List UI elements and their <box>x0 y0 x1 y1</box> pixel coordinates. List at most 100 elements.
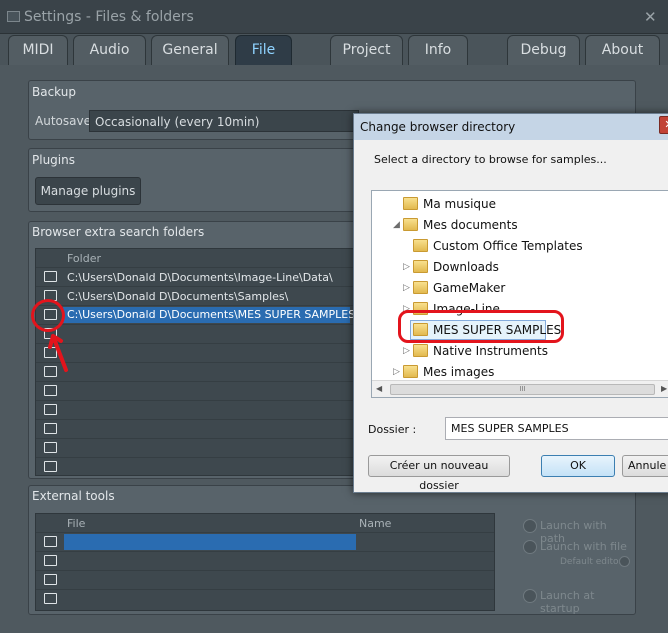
folder-icon <box>44 271 57 282</box>
tree-item-label: Ma musique <box>423 197 497 211</box>
table-row[interactable] <box>36 362 354 381</box>
new-folder-button[interactable]: Créer un nouveau dossier <box>368 455 510 492</box>
tree-item-label: Native Instruments <box>433 344 548 358</box>
tab-about[interactable]: About <box>585 35 660 65</box>
folder-icon <box>44 423 57 434</box>
collapsed-arrow-icon[interactable]: ▷ <box>393 367 400 377</box>
browser-folders-heading: Browser extra search folders <box>32 225 205 239</box>
folder-name-field[interactable]: MES SUPER SAMPLES <box>445 417 668 440</box>
tree-item-custom-office-templates[interactable]: Custom Office Templates <box>372 236 668 257</box>
selected-cell <box>64 534 356 550</box>
folder-icon <box>44 536 57 547</box>
tree-item-native-instruments[interactable]: ▷ Native Instruments <box>372 341 668 362</box>
launch-at-startup-label: Launch at startup <box>540 589 595 615</box>
table-row[interactable] <box>36 419 354 438</box>
table-row[interactable] <box>36 400 354 419</box>
tree-item-mes-documents[interactable]: ◢ Mes documents <box>372 215 668 236</box>
folder-icon <box>44 555 57 566</box>
backup-heading: Backup <box>32 85 76 99</box>
folder-path: C:\Users\Donald D\Documents\Samples\ <box>67 290 289 303</box>
folder-icon <box>413 260 428 273</box>
autosave-value: Occasionally (every 10min) <box>95 115 260 129</box>
folder-icon <box>44 385 57 396</box>
change-directory-dialog: Change browser directory ✕ Select a dire… <box>353 113 668 493</box>
tab-debug[interactable]: Debug <box>507 35 580 65</box>
window-icon <box>7 11 20 22</box>
cancel-button[interactable]: Annule <box>622 455 668 477</box>
table-row[interactable]: C:\Users\Donald D\Documents\Samples\ <box>36 286 354 305</box>
plugins-heading: Plugins <box>32 153 75 167</box>
table-row[interactable] <box>36 551 494 570</box>
table-row[interactable] <box>36 324 354 343</box>
collapsed-arrow-icon[interactable]: ▷ <box>403 346 410 356</box>
external-tools-heading: External tools <box>32 489 115 503</box>
horizontal-scrollbar[interactable]: ◀ III ▶ <box>372 380 668 397</box>
tab-project[interactable]: Project <box>330 35 403 65</box>
folder-music-icon <box>403 197 418 210</box>
launch-with-path-radio[interactable] <box>523 519 537 533</box>
tab-file[interactable]: File <box>235 35 292 65</box>
file-column-header: File <box>67 517 86 530</box>
tree-item-label: Mes documents <box>423 218 518 232</box>
tree-item-label: Custom Office Templates <box>433 239 583 253</box>
folder-icon <box>44 442 57 453</box>
launch-at-startup-radio[interactable] <box>523 589 537 603</box>
title-bar: Settings - Files & folders ✕ <box>0 0 668 34</box>
ok-button[interactable]: OK <box>541 455 615 477</box>
annotation-arrow-icon <box>48 334 68 372</box>
table-row[interactable] <box>36 438 354 457</box>
default-editor-radio[interactable] <box>619 556 630 567</box>
folder-icon <box>413 344 428 357</box>
folder-column-header: Folder <box>67 252 101 265</box>
tab-general[interactable]: General <box>151 35 229 65</box>
autosave-select[interactable]: Occasionally (every 10min) <box>89 110 359 132</box>
table-row[interactable] <box>36 343 354 362</box>
scroll-right-icon[interactable]: ▶ <box>661 384 667 393</box>
folder-icon <box>44 404 57 415</box>
window-title: Settings - Files & folders <box>24 9 194 25</box>
tab-audio[interactable]: Audio <box>73 35 146 65</box>
close-icon[interactable]: ✕ <box>644 8 657 26</box>
tree-item-ma-musique[interactable]: Ma musique <box>372 194 668 215</box>
manage-plugins-button[interactable]: Manage plugins <box>35 177 141 205</box>
dialog-close-icon[interactable]: ✕ <box>659 116 668 134</box>
annotation-circle <box>31 299 65 332</box>
table-row[interactable]: C:\Users\Donald D\Documents\Image-Line\D… <box>36 267 354 286</box>
folder-icon <box>403 218 418 231</box>
folder-path: C:\Users\Donald D\Documents\MES SUPER SA… <box>63 307 359 323</box>
dialog-title: Change browser directory <box>354 114 668 140</box>
tree-item-label: Downloads <box>433 260 499 274</box>
folders-list: Folder C:\Users\Donald D\Documents\Image… <box>35 248 359 476</box>
scroll-left-icon[interactable]: ◀ <box>376 384 382 393</box>
collapsed-arrow-icon[interactable]: ▷ <box>403 262 410 272</box>
scrollbar-thumb[interactable]: III <box>390 384 655 395</box>
table-row-selected[interactable]: C:\Users\Donald D\Documents\MES SUPER SA… <box>36 305 359 324</box>
directory-tree[interactable]: Ma musique ◢ Mes documents Custom Office … <box>371 190 668 398</box>
tree-item-downloads[interactable]: ▷ Downloads <box>372 257 668 278</box>
external-tools-panel: External tools File Name Launch with pat… <box>28 485 636 615</box>
default-editor-label: Default editor <box>560 557 623 567</box>
dialog-prompt: Select a directory to browse for samples… <box>374 153 607 166</box>
table-row[interactable] <box>36 589 494 608</box>
tree-item-gamemaker[interactable]: ▷ GameMaker <box>372 278 668 299</box>
tab-info[interactable]: Info <box>408 35 468 65</box>
tree-item-mes-images[interactable]: ▷ Mes images <box>372 362 668 380</box>
tab-midi[interactable]: MIDI <box>8 35 68 65</box>
folder-icon <box>413 239 428 252</box>
table-row[interactable] <box>36 381 354 400</box>
folder-icon <box>44 574 57 585</box>
collapsed-arrow-icon[interactable]: ▷ <box>403 283 410 293</box>
table-row[interactable] <box>36 457 354 476</box>
folder-icon <box>413 281 428 294</box>
table-row[interactable] <box>36 532 494 551</box>
annotation-highlight <box>398 310 564 343</box>
folder-icon <box>44 593 57 604</box>
plugins-panel: Plugins Manage plugins <box>28 148 358 212</box>
folder-icon <box>44 461 57 472</box>
folder-label: Dossier : <box>368 423 417 436</box>
name-column-header: Name <box>359 517 392 530</box>
launch-with-file-radio[interactable] <box>523 540 537 554</box>
expanded-arrow-icon[interactable]: ◢ <box>393 220 400 230</box>
browser-folders-panel: Browser extra search folders Folder C:\U… <box>28 221 359 479</box>
table-row[interactable] <box>36 570 494 589</box>
